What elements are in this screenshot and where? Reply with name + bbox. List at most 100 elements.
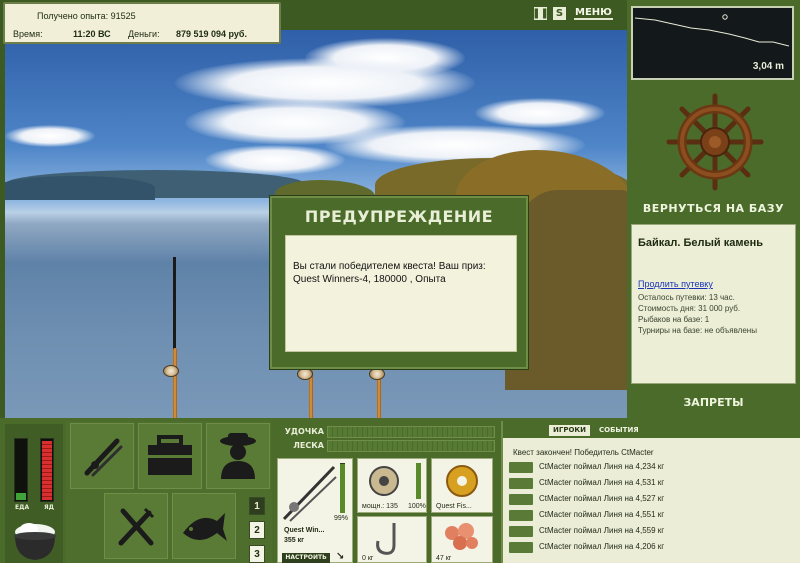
log-text: CtMacter поймал Линя на 4,531 кг xyxy=(539,478,665,487)
log-header: Квест закончен! Победитель CtMacter xyxy=(513,448,654,457)
pause-icon[interactable]: ❚❚ xyxy=(532,7,549,20)
fish-icon xyxy=(509,478,533,489)
cauldron-icon[interactable] xyxy=(9,520,61,562)
setup-button[interactable]: НАСТРОИТЬ xyxy=(282,553,330,563)
hook-slot[interactable]: 0 кг xyxy=(357,516,427,563)
rod-load-label: УДОЧКА xyxy=(284,427,324,436)
menu-button[interactable]: МЕНЮ xyxy=(574,7,613,20)
fish-icon xyxy=(509,526,533,537)
rod-load-row: УДОЧКА xyxy=(278,426,496,439)
hook-caption: 0 кг xyxy=(362,555,374,562)
time-money-line: Время: 11:20 ВС Деньги: 879 519 094 руб. xyxy=(13,29,281,43)
bait-caption: 47 кг xyxy=(436,555,452,562)
tackle-box-button[interactable] xyxy=(138,423,202,489)
xp-label: Получено опыта: xyxy=(37,11,109,21)
bottom-dock: ЕДА ЯД 1 2 3 УДОЧКА ЛЕСКА 99% Quest Win.… xyxy=(0,418,800,563)
log-text: CtMacter поймал Линя на 4,206 кг xyxy=(539,542,665,551)
fish-icon xyxy=(509,494,533,505)
fisherman-icon xyxy=(220,433,256,479)
float-position-marker xyxy=(722,14,728,20)
reel-slot[interactable]: мощн.: 135 100% xyxy=(357,458,427,513)
log-text: CtMacter поймал Линя на 4,551 кг xyxy=(539,510,665,519)
reel-condition: 100% xyxy=(408,503,426,510)
poison-meter xyxy=(40,438,54,502)
fisherman-button[interactable] xyxy=(206,423,270,489)
rod-name: Quest Win... xyxy=(284,527,325,534)
line-name: Quest Fis... xyxy=(436,503,472,510)
status-panel: ЕДА ЯД xyxy=(5,424,63,563)
food-button[interactable] xyxy=(104,493,168,559)
time-value: 11:20 ВС xyxy=(73,29,111,39)
location-info: Байкал. Белый камень Продлить путевку Ос… xyxy=(631,224,796,384)
food-icon xyxy=(118,507,155,546)
log-row: CtMacter поймал Линя на 4,527 кг xyxy=(509,493,799,507)
slot-1-button[interactable]: 1 xyxy=(249,497,265,515)
day-cost: Стоимость дня: 31 000 руб. xyxy=(638,304,741,313)
anglers-count: Рыбаков на базе: 1 xyxy=(638,315,710,324)
shrimp-bait-icon xyxy=(445,523,478,550)
slot-2-button[interactable]: 2 xyxy=(249,521,265,539)
bans-button[interactable]: ЗАПРЕТЫ xyxy=(627,396,800,409)
arrow-down-right-icon: ↘ xyxy=(336,551,345,562)
log-row: CtMacter поймал Линя на 4,206 кг xyxy=(509,541,799,555)
top-controls: ❚❚ S МЕНЮ xyxy=(532,7,613,20)
tackle-box-icon xyxy=(148,435,192,475)
location-title: Байкал. Белый камень xyxy=(638,237,764,249)
line-load-label: ЛЕСКА xyxy=(293,441,324,450)
rod-weight: 355 кг xyxy=(284,537,305,544)
rods-icon xyxy=(84,438,123,477)
log-text: CtMacter поймал Линя на 4,527 кг xyxy=(539,494,665,503)
warning-dialog[interactable]: ПРЕДУПРЕЖДЕНИЕ Вы стали победителем квес… xyxy=(270,196,528,369)
right-sidebar: 3,04 m ВЕРНУТЬСЯ НА БАЗУ Байкал. Белый к… xyxy=(627,0,800,420)
time-label: Время: xyxy=(13,29,43,39)
player-info-panel: Получено опыта: 91525 Время: 11:20 ВС Де… xyxy=(3,2,281,44)
log-tabs: ИГРОКИ СОБЫТИЯ xyxy=(503,421,800,438)
rods-button[interactable] xyxy=(70,423,134,489)
fish-icon xyxy=(509,462,533,473)
reel-condition-bar xyxy=(416,463,421,499)
line-slot[interactable]: Quest Fis... xyxy=(431,458,493,513)
fishing-line-spool-icon xyxy=(446,465,478,497)
rod-item-icon xyxy=(282,465,337,522)
fish-icon xyxy=(509,542,533,553)
dialog-message: Вы стали победителем квеста! Ваш приз: Q… xyxy=(285,235,517,352)
extend-permit-link[interactable]: Продлить путевку xyxy=(638,279,713,289)
log-row: CtMacter поймал Линя на 4,234 кг xyxy=(509,461,799,475)
permit-remaining: Осталось путевки: 13 час. xyxy=(638,293,735,302)
tab-players[interactable]: ИГРОКИ xyxy=(549,425,590,436)
log-row: CtMacter поймал Линя на 4,551 кг xyxy=(509,509,799,523)
fish-icon xyxy=(183,513,227,541)
rod-condition-bar xyxy=(340,463,345,513)
money-value: 879 519 094 руб. xyxy=(176,29,247,39)
log-row: CtMacter поймал Линя на 4,559 кг xyxy=(509,525,799,539)
slot-3-button[interactable]: 3 xyxy=(249,545,265,563)
xp-line: Получено опыта: 91525 xyxy=(37,11,136,21)
dialog-title: ПРЕДУПРЕЖДЕНИЕ xyxy=(304,207,494,226)
poison-label: ЯД xyxy=(44,504,54,511)
line-load-bar xyxy=(327,440,495,452)
reel-item-icon xyxy=(369,466,399,496)
return-to-base-button[interactable]: ВЕРНУТЬСЯ НА БАЗУ xyxy=(627,202,800,215)
rod-slot[interactable]: 99% Quest Win... 355 кг НАСТРОИТЬ ↘ xyxy=(277,458,353,563)
money-label: Деньги: xyxy=(128,29,160,39)
bait-slot[interactable]: 47 кг xyxy=(431,516,493,563)
action-panel: 1 2 3 xyxy=(66,421,272,563)
line-load-row: ЛЕСКА xyxy=(278,440,496,453)
tab-events[interactable]: СОБЫТИЯ xyxy=(595,425,643,436)
reel-power: мощн.: 135 xyxy=(362,503,398,510)
xp-value: 91525 xyxy=(110,11,136,21)
log-text: CtMacter поймал Линя на 4,559 кг xyxy=(539,526,665,535)
rod-condition: 99% xyxy=(334,515,349,522)
gear-panel: УДОЧКА ЛЕСКА 99% Quest Win... 355 кг НАС… xyxy=(275,421,498,563)
depth-map[interactable]: 3,04 m xyxy=(631,6,794,80)
food-meter xyxy=(14,438,28,502)
fish-icon xyxy=(509,510,533,521)
depth-readout: 3,04 m xyxy=(752,61,784,72)
tournaments-info: Турниры на базе: не объявлены xyxy=(638,326,757,335)
sound-icon[interactable]: S xyxy=(553,7,566,20)
log-row: CtMacter поймал Линя на 4,531 кг xyxy=(509,477,799,491)
ship-wheel-icon[interactable] xyxy=(665,92,765,192)
event-log: ИГРОКИ СОБЫТИЯ Квест закончен! Победител… xyxy=(501,421,800,563)
fish-cage-button[interactable] xyxy=(172,493,236,559)
rod-load-bar xyxy=(327,426,495,438)
